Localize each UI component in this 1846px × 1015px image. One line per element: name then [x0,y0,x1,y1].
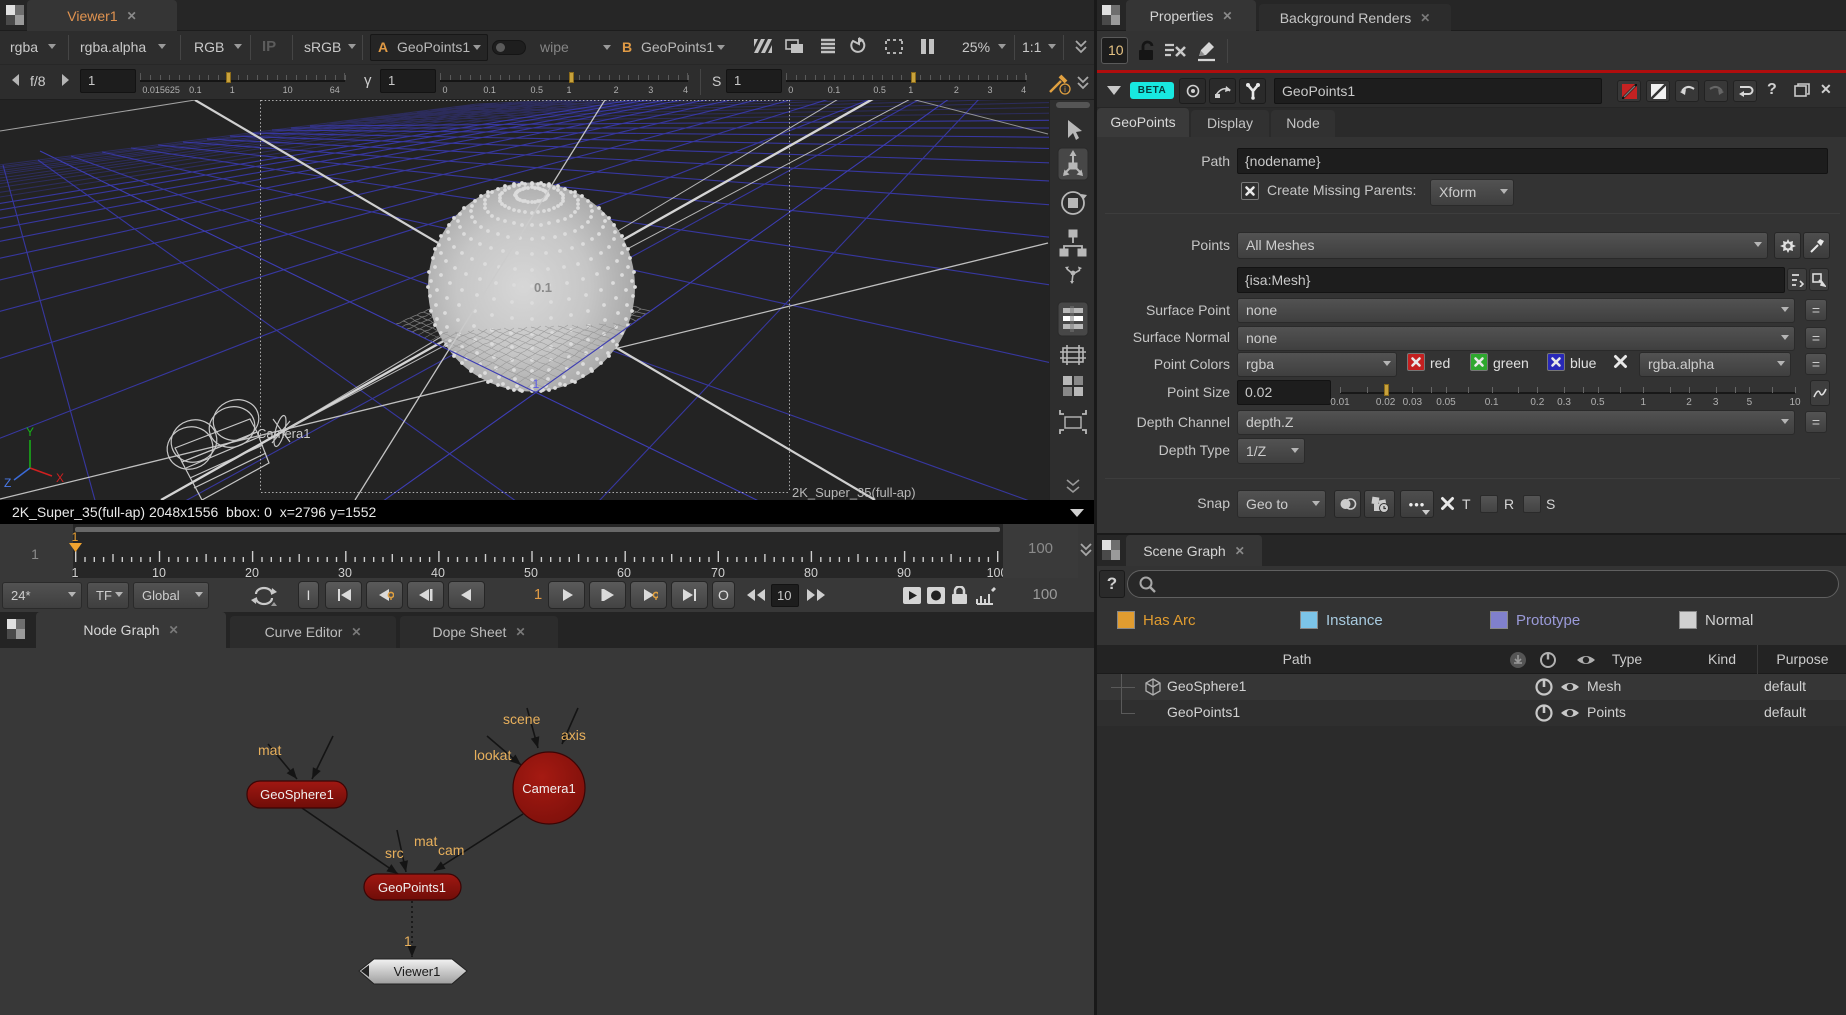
svg-text:0.1: 0.1 [534,280,552,295]
svg-text:mat: mat [258,742,281,758]
svg-text:axis: axis [561,727,586,743]
svg-text:30: 30 [338,566,352,580]
svg-text:GeoSphere1: GeoSphere1 [260,787,334,802]
svg-text:40: 40 [431,566,445,580]
svg-text:60: 60 [617,566,631,580]
svg-text:cam: cam [438,842,464,858]
svg-text:Camera1: Camera1 [522,781,575,796]
svg-text:GeoPoints1: GeoPoints1 [378,880,446,895]
svg-text:scene: scene [503,711,541,727]
svg-text:50: 50 [524,566,538,580]
svg-text:Y: Y [26,425,34,439]
svg-text:mat: mat [414,833,437,849]
svg-text:1: 1 [404,933,412,949]
svg-text:i: i [1064,85,1066,94]
svg-text:1: 1 [533,377,540,391]
svg-text:90: 90 [897,566,911,580]
svg-text:src: src [385,845,404,861]
svg-text:10: 10 [152,566,166,580]
svg-text:lookat: lookat [474,747,511,763]
svg-text:X: X [56,471,64,485]
svg-text:1: 1 [72,566,79,580]
svg-text:Camera1: Camera1 [257,426,310,441]
svg-text:2K_Super_35(full-ap): 2K_Super_35(full-ap) [792,485,916,500]
svg-text:Viewer1: Viewer1 [394,964,441,979]
svg-text:80: 80 [804,566,818,580]
svg-text:Z: Z [4,476,11,490]
svg-text:70: 70 [711,566,725,580]
svg-text:20: 20 [245,566,259,580]
svg-text:1: 1 [72,532,79,544]
